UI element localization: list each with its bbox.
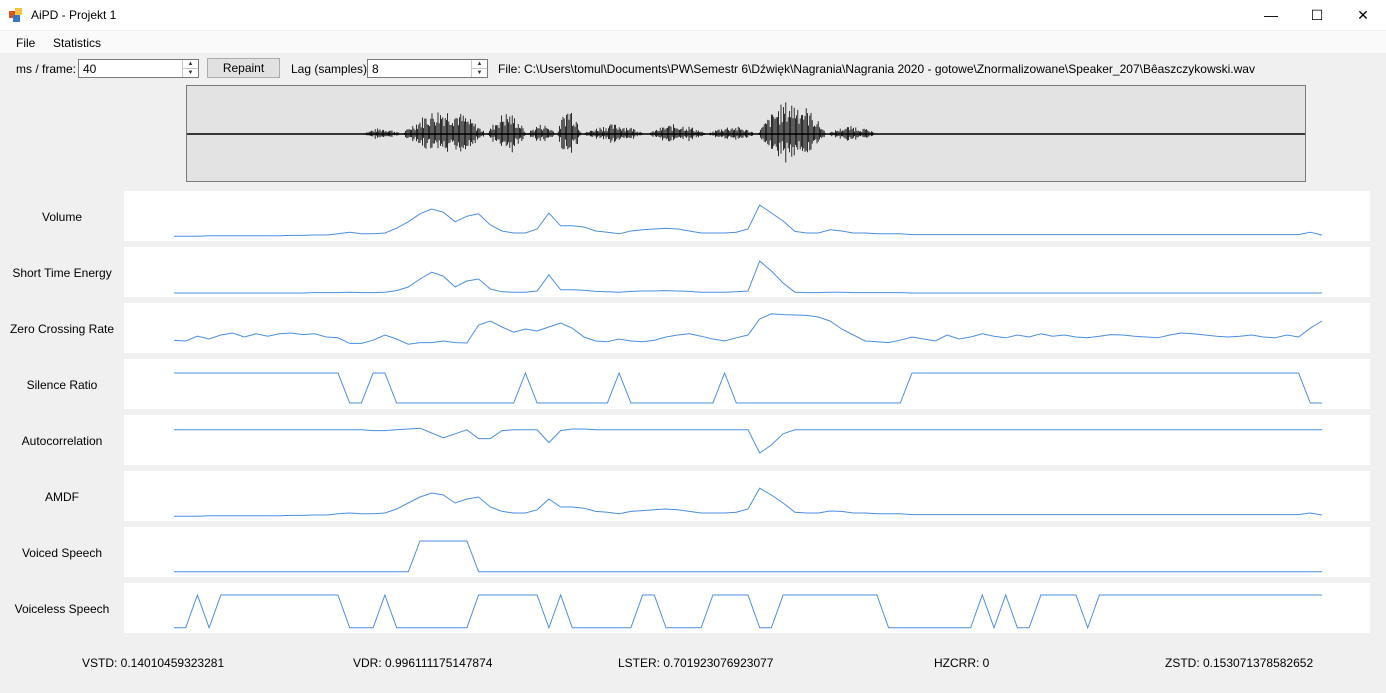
volume-label: Volume [41,210,83,224]
silence-ratio-line [174,371,1322,404]
voiceless-speech-label: Voiceless Speech [14,602,110,616]
close-icon: ✕ [1357,6,1369,23]
voiced-speech-panel [124,527,1370,577]
voiceless-speech-panel [124,583,1370,633]
lag-spin-arrows[interactable]: ▲ ▼ [471,60,487,77]
lag-label: Lag (samples): [291,62,371,76]
menu-bar: File Statistics [0,31,1386,53]
spin-up-icon[interactable]: ▲ [472,60,487,69]
stat-zstd: ZSTD: 0.153071378582652 [1165,656,1314,670]
window-title: AiPD - Projekt 1 [31,8,117,22]
zero-crossing-rate-line [173,313,1323,345]
stat-vstd: VSTD: 0.14010459323281 [82,656,225,670]
lag-value: 8 [372,62,379,76]
title-bar: AiPD - Projekt 1 — ☐ ✕ [0,0,1386,31]
short-time-energy-plot [174,260,1322,294]
menu-file[interactable]: File [16,36,35,50]
amdf-line [174,487,1323,517]
stat-vdr: VDR: 0.996111175147874 [353,656,493,670]
amdf-plot [174,487,1323,517]
zero-crossing-rate-label: Zero Crossing Rate [9,322,115,336]
spin-down-icon[interactable]: ▼ [183,69,198,77]
spin-down-icon[interactable]: ▼ [472,69,487,77]
minimize-button[interactable]: — [1248,0,1294,30]
short-time-energy-line [174,260,1322,294]
amdf-panel [124,471,1370,521]
close-button[interactable]: ✕ [1340,0,1386,30]
ms-frame-label: ms / frame: [16,62,77,76]
maximize-button[interactable]: ☐ [1294,0,1340,30]
voiceless-speech-plot [174,593,1322,630]
short-time-energy-panel [124,247,1370,297]
voiced-speech-plot [174,540,1322,573]
voiced-speech-label: Voiced Speech [21,546,103,560]
ms-frame-spin-arrows[interactable]: ▲ ▼ [182,60,198,77]
volume-plot [174,204,1323,237]
autocorrelation-line [174,427,1322,454]
stat-lster: LSTER: 0.701923076923077 [618,656,774,670]
menu-statistics[interactable]: Statistics [53,36,101,50]
zero-crossing-rate-plot [173,313,1323,345]
volume-panel [124,191,1370,241]
waveform-plot [187,102,1305,163]
silence-ratio-label: Silence Ratio [26,378,98,392]
zero-crossing-rate-panel [124,303,1370,353]
spin-up-icon[interactable]: ▲ [183,60,198,69]
silence-ratio-plot [174,371,1322,404]
app-icon [9,8,22,22]
short-time-energy-label: Short Time Energy [12,266,112,280]
ms-frame-spinner[interactable]: 40 ▲ ▼ [78,59,199,78]
stat-hzcrr: HZCRR: 0 [934,656,990,670]
voiceless-speech-line [174,593,1322,630]
file-path-label: File: C:\Users\tomul\Documents\PW\Semest… [498,62,1255,76]
repaint-button[interactable]: Repaint [207,58,280,78]
silence-ratio-panel [124,359,1370,409]
lag-spinner[interactable]: 8 ▲ ▼ [367,59,488,78]
waveform-signal [362,102,877,163]
autocorrelation-label: Autocorrelation [21,434,103,448]
autocorrelation-plot [174,427,1322,454]
minimize-icon: — [1264,7,1278,23]
waveform-panel [186,85,1306,182]
voiced-speech-line [174,540,1322,573]
autocorrelation-panel [124,415,1370,465]
ms-frame-value: 40 [83,62,97,76]
volume-line [174,204,1323,237]
maximize-icon: ☐ [1310,6,1324,23]
amdf-label: AMDF [45,490,79,504]
